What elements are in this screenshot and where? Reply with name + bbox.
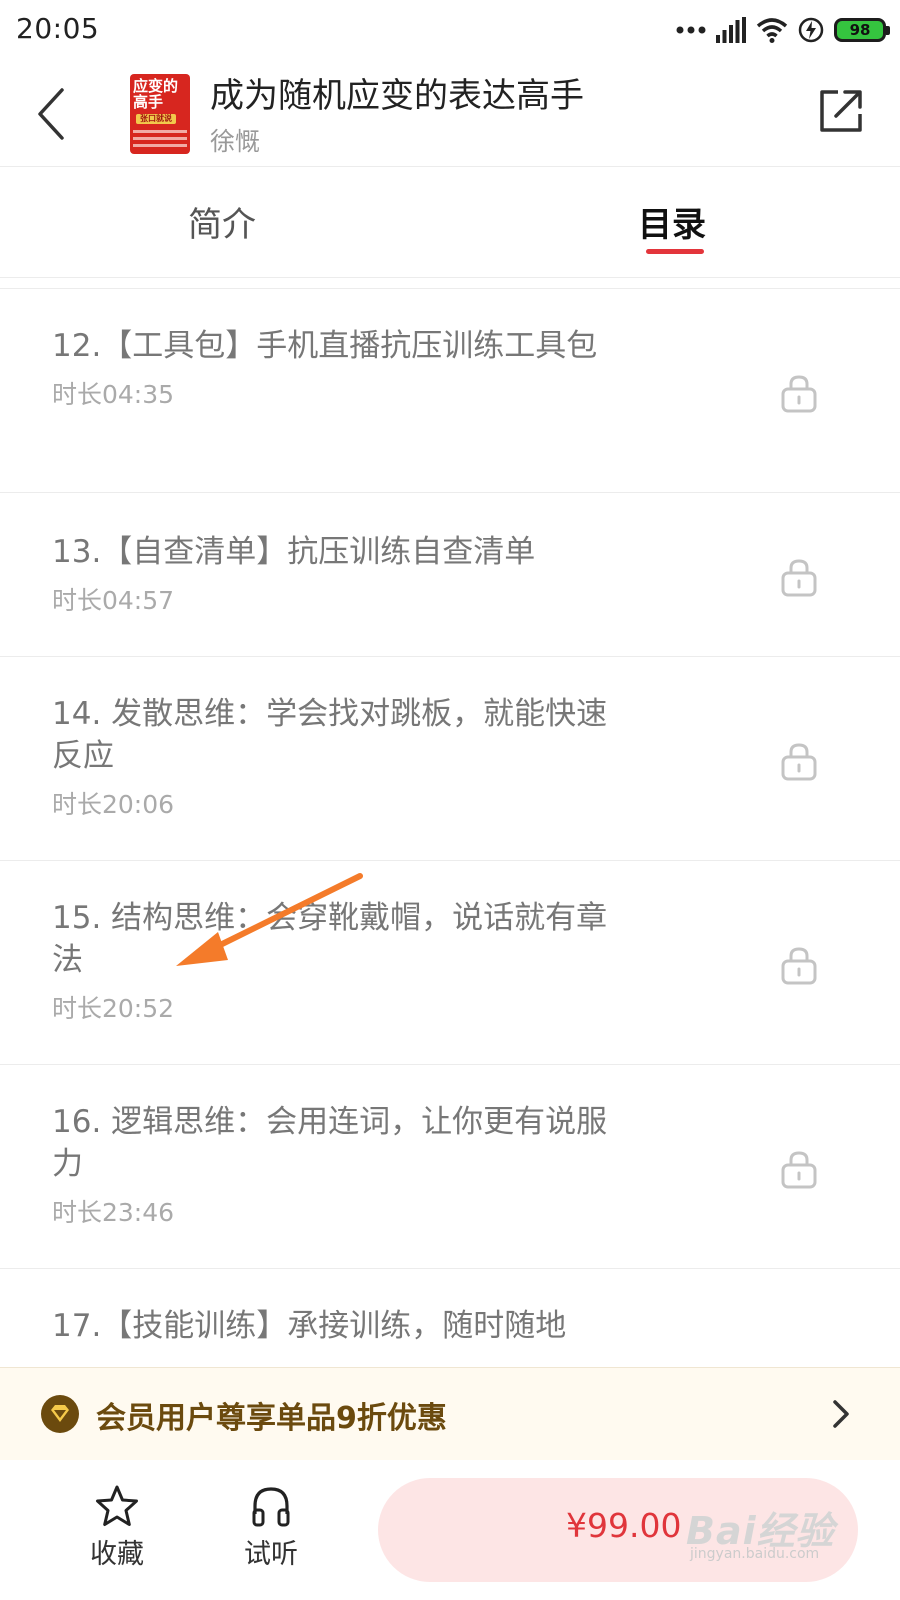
share-button[interactable] bbox=[816, 86, 866, 136]
lesson-text: 15. 结构思维：会穿靴戴帽，说话就有章法时长20:52 bbox=[52, 897, 612, 1025]
battery-icon: 98 bbox=[834, 18, 890, 42]
lock-icon bbox=[781, 559, 817, 597]
lesson-title: 14. 发散思维：学会找对跳板，就能快速反应 bbox=[52, 696, 608, 774]
back-button[interactable] bbox=[30, 84, 76, 144]
lock-icon bbox=[781, 1151, 817, 1189]
charging-icon bbox=[798, 17, 824, 43]
lesson-text: 17.【技能训练】承接训练，随时随地 bbox=[52, 1305, 612, 1347]
lesson-duration: 时长23:46 bbox=[52, 1198, 175, 1227]
cover-decoration bbox=[133, 130, 187, 151]
lesson-row[interactable]: 12.【工具包】手机直播抗压训练工具包时长04:35 bbox=[0, 288, 900, 492]
status-time: 20:05 bbox=[16, 12, 100, 45]
bottom-action-bar: 收藏 试听 ¥99.00 bbox=[0, 1460, 900, 1600]
vip-discount-banner[interactable]: 会员用户尊享单品9折优惠 bbox=[0, 1367, 900, 1461]
status-bar: 20:05 98 bbox=[0, 0, 900, 62]
status-icons: 98 bbox=[676, 12, 890, 48]
lesson-duration: 时长20:06 bbox=[52, 790, 175, 819]
lesson-title: 17.【技能训练】承接训练，随时随地 bbox=[52, 1308, 567, 1344]
lesson-text: 14. 发散思维：学会找对跳板，就能快速反应时长20:06 bbox=[52, 693, 612, 821]
preview-listen-button[interactable]: 试听 bbox=[226, 1484, 316, 1571]
vip-diamond-icon bbox=[41, 1395, 79, 1433]
favorite-label: 收藏 bbox=[90, 1539, 144, 1570]
favorite-button[interactable]: 收藏 bbox=[72, 1484, 162, 1571]
lesson-title: 12.【工具包】手机直播抗压训练工具包 bbox=[52, 328, 598, 364]
lesson-row[interactable]: 15. 结构思维：会穿靴戴帽，说话就有章法时长20:52 bbox=[0, 860, 900, 1064]
cover-tag: 张口就说 bbox=[136, 114, 176, 124]
lock-icon bbox=[781, 947, 817, 985]
tab-catalog[interactable]: 目录 bbox=[638, 197, 706, 246]
tab-intro[interactable]: 简介 bbox=[188, 197, 256, 246]
course-title: 成为随机应变的表达高手 bbox=[210, 76, 584, 116]
lesson-text: 16. 逻辑思维：会用连词，让你更有说服力时长23:46 bbox=[52, 1101, 612, 1229]
lesson-text: 13.【自查清单】抗压训练自查清单时长04:57 bbox=[52, 531, 612, 617]
vip-banner-text: 会员用户尊享单品9折优惠 bbox=[96, 1401, 447, 1436]
lesson-duration: 时长04:35 bbox=[52, 380, 175, 409]
cover-title-line1: 应变的 bbox=[133, 77, 179, 95]
lesson-duration: 时长20:52 bbox=[52, 994, 175, 1023]
course-header: 应变的 高手 张口就说 成为随机应变的表达高手 徐慨 bbox=[0, 62, 900, 167]
lesson-title: 16. 逻辑思维：会用连词，让你更有说服力 bbox=[52, 1104, 608, 1182]
active-tab-indicator bbox=[646, 249, 704, 254]
star-icon bbox=[96, 1485, 138, 1526]
lesson-title: 15. 结构思维：会穿靴戴帽，说话就有章法 bbox=[52, 900, 608, 978]
signal-icon bbox=[716, 17, 746, 43]
buy-price: ¥99.00 bbox=[566, 1506, 682, 1545]
lesson-list[interactable]: 12.【工具包】手机直播抗压训练工具包时长04:35 13.【自查清单】抗压训练自… bbox=[0, 278, 900, 1366]
lesson-text: 12.【工具包】手机直播抗压训练工具包时长04:35 bbox=[52, 325, 612, 411]
lock-icon bbox=[781, 375, 817, 413]
buy-button[interactable]: ¥99.00 bbox=[378, 1478, 858, 1582]
lesson-row[interactable]: 13.【自查清单】抗压训练自查清单时长04:57 bbox=[0, 492, 900, 656]
lesson-row[interactable]: 14. 发散思维：学会找对跳板，就能快速反应时长20:06 bbox=[0, 656, 900, 860]
cover-title-line2: 高手 bbox=[133, 93, 164, 111]
course-cover-image: 应变的 高手 张口就说 bbox=[130, 74, 190, 154]
more-dots-icon bbox=[676, 26, 706, 34]
tab-bar: 简介 目录 bbox=[0, 167, 900, 278]
lesson-duration: 时长04:57 bbox=[52, 586, 175, 615]
lesson-row[interactable]: 17.【技能训练】承接训练，随时随地 bbox=[0, 1268, 900, 1366]
lesson-title: 13.【自查清单】抗压训练自查清单 bbox=[52, 534, 536, 570]
lock-icon bbox=[781, 743, 817, 781]
headphones-icon bbox=[252, 1487, 290, 1527]
listen-label: 试听 bbox=[244, 1539, 298, 1570]
course-author: 徐慨 bbox=[210, 127, 261, 156]
wifi-icon bbox=[756, 18, 788, 43]
chevron-right-icon bbox=[833, 1400, 849, 1428]
lesson-row[interactable]: 16. 逻辑思维：会用连词，让你更有说服力时长23:46 bbox=[0, 1064, 900, 1268]
